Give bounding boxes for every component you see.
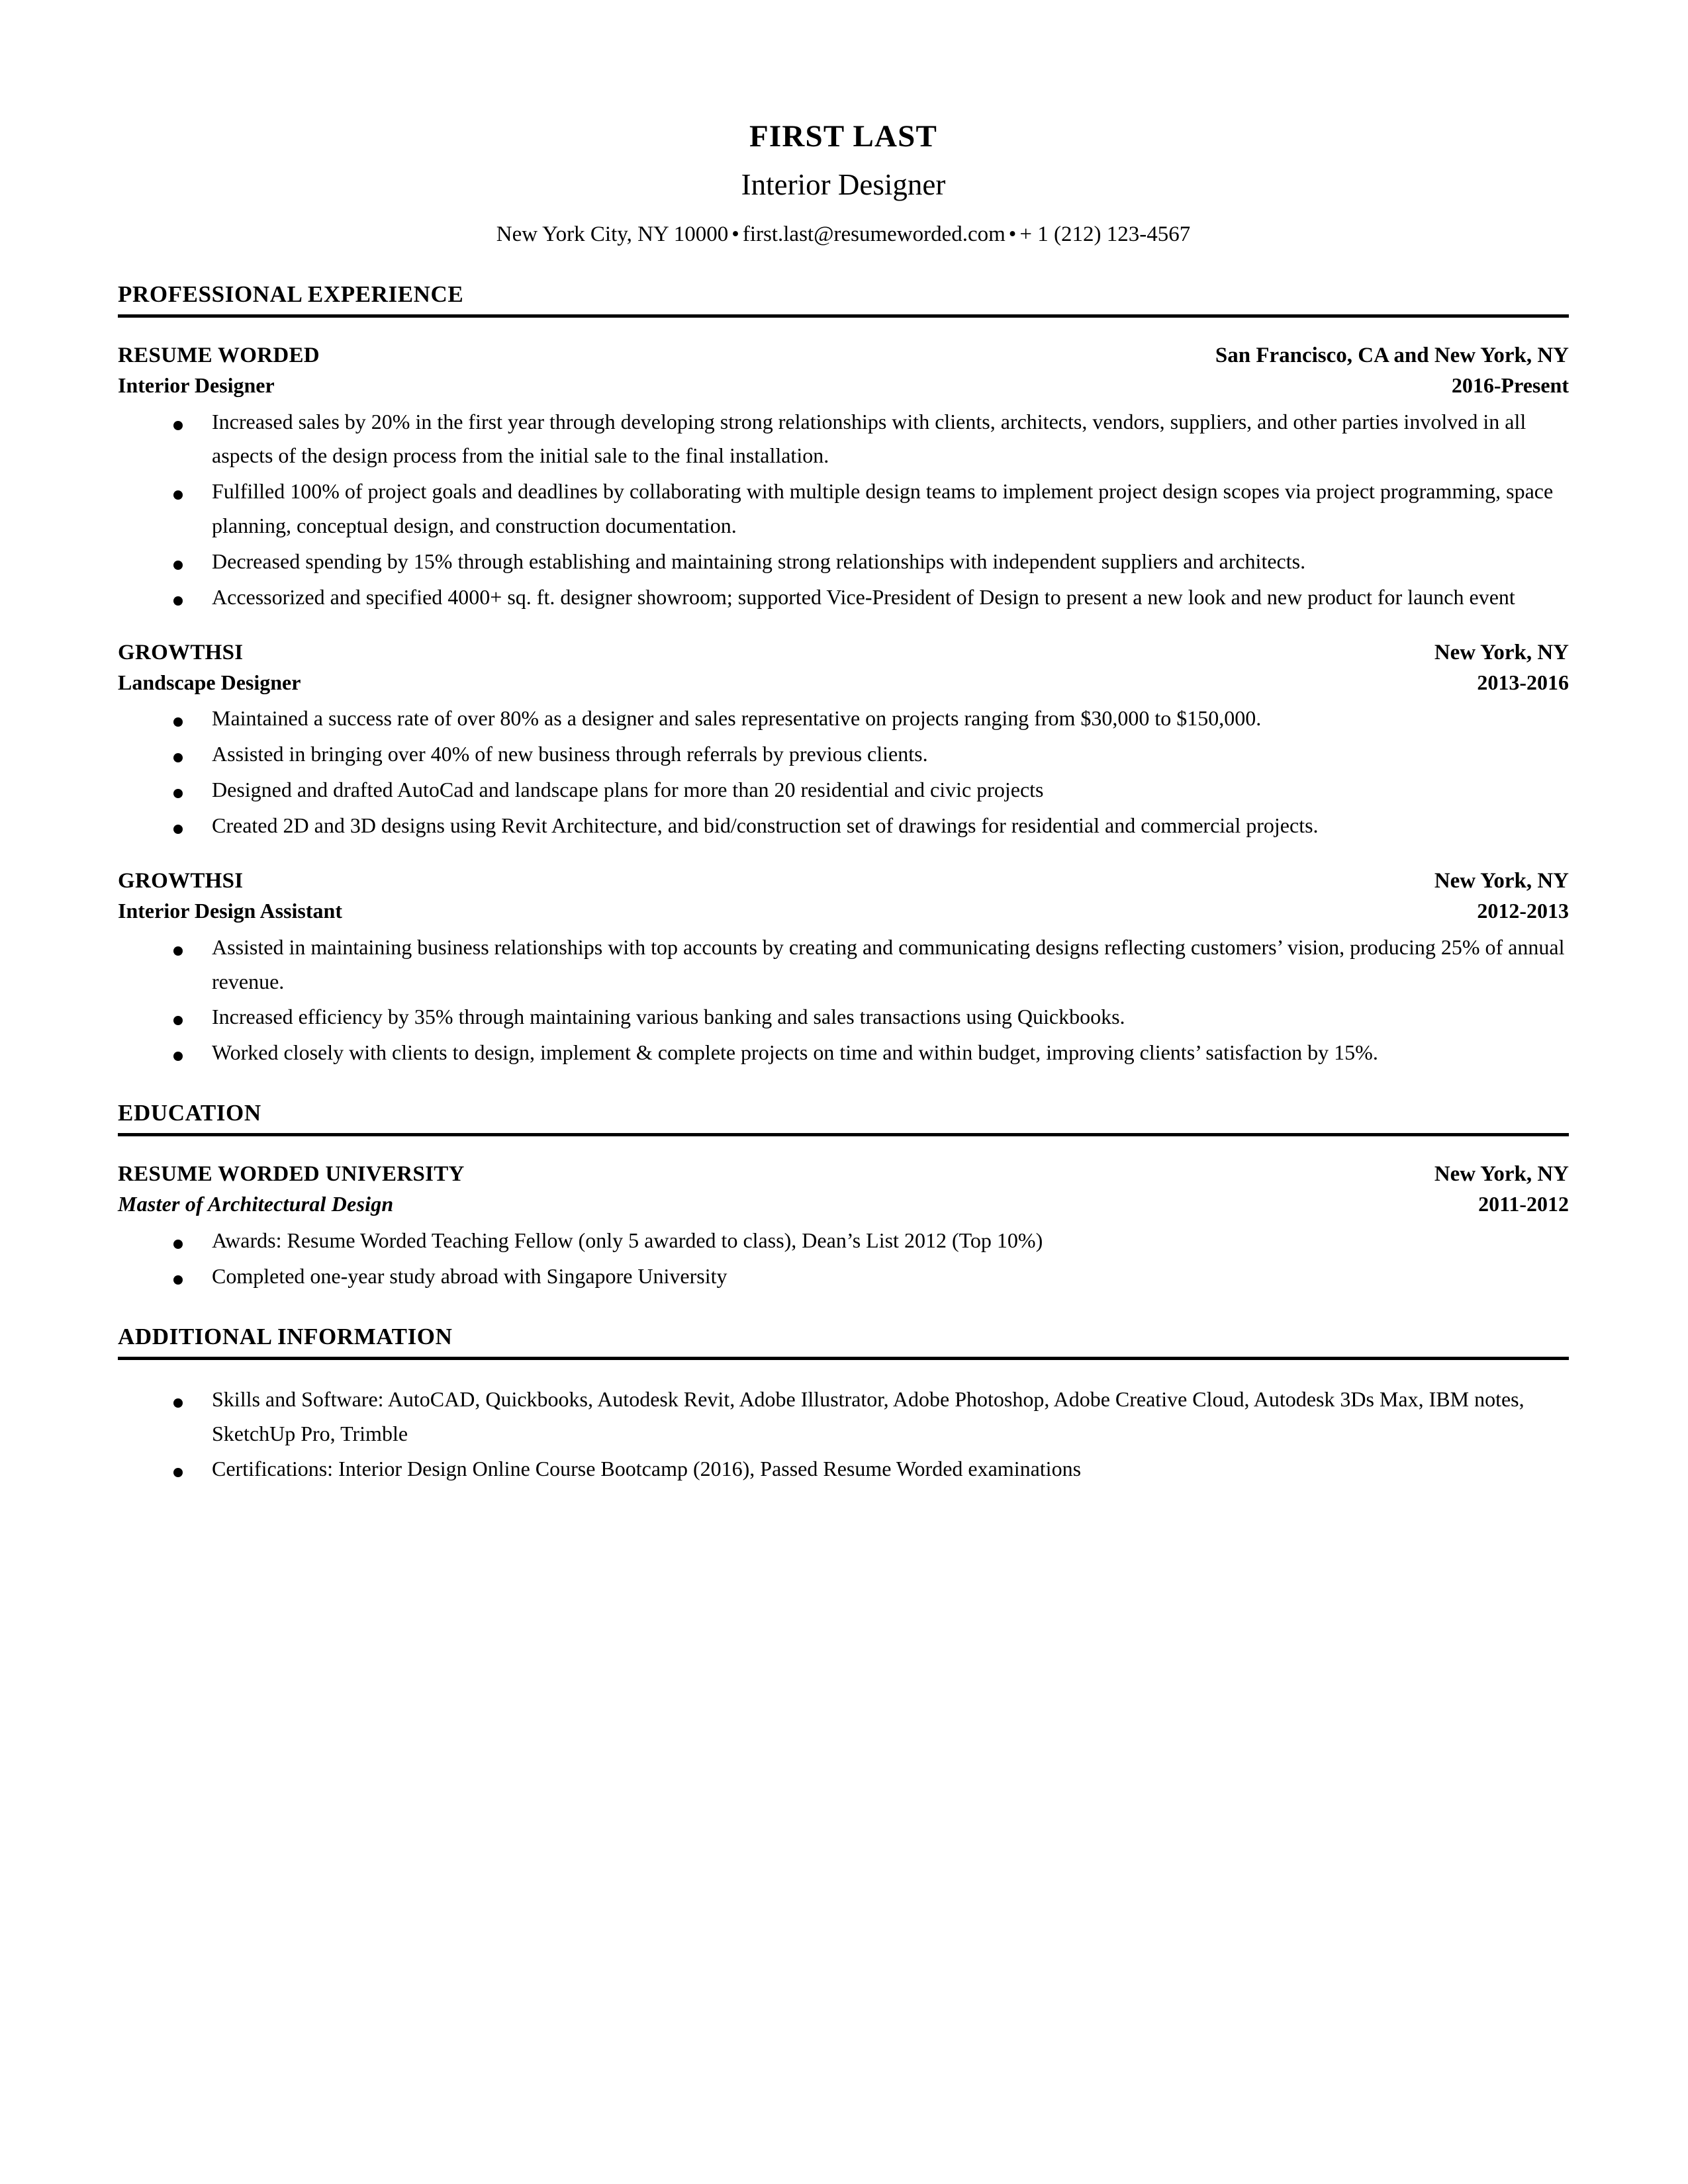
entry-role-row: Interior Design Assistant 2012-2013: [118, 896, 1569, 926]
resume-sections: PROFESSIONAL EXPERIENCE RESUME WORDED San …: [118, 281, 1569, 1487]
bullet-item: Fulfilled 100% of project goals and dead…: [118, 475, 1569, 543]
entry-role-row: Interior Designer 2016-Present: [118, 371, 1569, 400]
bullet-item: Increased efficiency by 35% through main…: [118, 1000, 1569, 1034]
entry-org-row: RESUME WORDED UNIVERSITY New York, NY: [118, 1159, 1569, 1189]
contact-line: New York City, NY 10000 • first.last@resum…: [118, 218, 1569, 251]
bullet-item: Increased sales by 20% in the first year…: [118, 405, 1569, 474]
resume-page: FIRST LAST Interior Designer New York Ci…: [0, 0, 1688, 2184]
entry-org-row: RESUME WORDED San Francisco, CA and New Y…: [118, 340, 1569, 371]
contact-location: New York City, NY 10000: [496, 222, 729, 247]
section-heading: ADDITIONAL INFORMATION: [118, 1323, 453, 1349]
bullet-item: Worked closely with clients to design, i…: [118, 1036, 1569, 1070]
contact-separator-1: •: [731, 222, 739, 247]
entry-role: Master of Architectural Design: [118, 1192, 394, 1216]
entry-bullet-list: Skills and Software: AutoCAD, Quickbooks…: [118, 1383, 1569, 1486]
entry: RESUME WORDED San Francisco, CA and New Y…: [118, 340, 1569, 615]
entry-dates: 2016-Present: [1451, 373, 1569, 397]
bullet-item: Accessorized and specified 4000+ sq. ft.…: [118, 580, 1569, 615]
bullet-item: Created 2D and 3D designs using Revit Ar…: [118, 809, 1569, 843]
bullet-item: Assisted in bringing over 40% of new bus…: [118, 737, 1569, 772]
section-additional-information: ADDITIONAL INFORMATION Skills and Softwar…: [118, 1323, 1569, 1486]
section-divider: [118, 314, 1569, 318]
entry-organization: RESUME WORDED: [118, 343, 320, 367]
contact-phone: + 1 (212) 123-4567: [1019, 222, 1191, 247]
entry: GROWTHSI New York, NY Landscape Designer 20…: [118, 637, 1569, 843]
section-professional-experience: PROFESSIONAL EXPERIENCE RESUME WORDED San …: [118, 281, 1569, 1071]
entry-location: New York, NY: [1434, 868, 1569, 893]
bullet-item: Decreased spending by 15% through establ…: [118, 545, 1569, 579]
bullet-item: Assisted in maintaining business relatio…: [118, 931, 1569, 999]
entry-dates: 2012-2013: [1477, 898, 1569, 923]
section-heading: PROFESSIONAL EXPERIENCE: [118, 281, 464, 307]
entry-location: San Francisco, CA and New York, NY: [1215, 343, 1569, 367]
entry-org-row: GROWTHSI New York, NY: [118, 637, 1569, 668]
candidate-name: FIRST LAST: [749, 119, 938, 154]
contact-separator-2: •: [1008, 222, 1017, 247]
bullet-item: Skills and Software: AutoCAD, Quickbooks…: [118, 1383, 1569, 1451]
section-divider: [118, 1133, 1569, 1137]
section-education: EDUCATION RESUME WORDED UNIVERSITY New Yor…: [118, 1099, 1569, 1294]
bullet-item: Completed one-year study abroad with Sin…: [118, 1259, 1569, 1294]
candidate-job-title: Interior Designer: [741, 168, 946, 202]
entry-dates: 2011-2012: [1478, 1192, 1569, 1216]
entry-location: New York, NY: [1434, 640, 1569, 664]
entry: Skills and Software: AutoCAD, Quickbooks…: [118, 1383, 1569, 1486]
entry-role: Interior Design Assistant: [118, 898, 342, 923]
entry-role: Landscape Designer: [118, 670, 301, 694]
entry-bullet-list: Increased sales by 20% in the first year…: [118, 405, 1569, 615]
entry-bullet-list: Maintained a success rate of over 80% as…: [118, 702, 1569, 842]
entry-role-row: Master of Architectural Design 2011-2012: [118, 1189, 1569, 1219]
entry: RESUME WORDED UNIVERSITY New York, NY Mast…: [118, 1159, 1569, 1294]
entry-organization: RESUME WORDED UNIVERSITY: [118, 1162, 465, 1187]
bullet-item: Certifications: Interior Design Online C…: [118, 1452, 1569, 1486]
entry: GROWTHSI New York, NY Interior Design Assi…: [118, 866, 1569, 1070]
entry-role: Interior Designer: [118, 373, 275, 397]
entry-bullet-list: Assisted in maintaining business relatio…: [118, 931, 1569, 1070]
entry-location: New York, NY: [1434, 1162, 1569, 1187]
bullet-item: Designed and drafted AutoCad and landsca…: [118, 773, 1569, 807]
entry-org-row: GROWTHSI New York, NY: [118, 866, 1569, 896]
entry-bullet-list: Awards: Resume Worded Teaching Fellow (o…: [118, 1224, 1569, 1294]
entry-role-row: Landscape Designer 2013-2016: [118, 668, 1569, 698]
section-heading: EDUCATION: [118, 1100, 261, 1126]
contact-email: first.last@resumeworded.com: [742, 222, 1006, 247]
entry-organization: GROWTHSI: [118, 640, 244, 664]
bullet-item: Awards: Resume Worded Teaching Fellow (o…: [118, 1224, 1569, 1258]
section-divider: [118, 1356, 1569, 1360]
entry-organization: GROWTHSI: [118, 868, 244, 893]
entry-dates: 2013-2016: [1477, 670, 1569, 694]
resume-header: FIRST LAST Interior Designer New York Ci…: [118, 116, 1569, 251]
bullet-item: Maintained a success rate of over 80% as…: [118, 702, 1569, 736]
